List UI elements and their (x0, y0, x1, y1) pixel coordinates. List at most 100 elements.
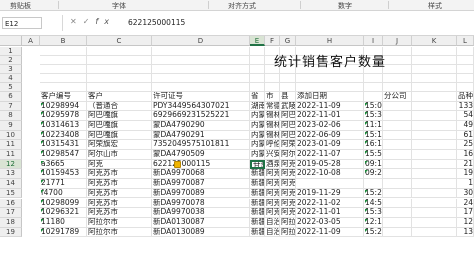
row-header[interactable]: 19 (0, 227, 22, 238)
table-cell[interactable] (87, 65, 152, 74)
error-check-icon[interactable] (174, 160, 181, 168)
table-cell[interactable] (383, 56, 412, 65)
column-header-i[interactable]: I (364, 36, 383, 46)
table-cell[interactable]: 阿拉 (280, 227, 296, 238)
table-cell[interactable]: 阿克 (280, 198, 296, 209)
row-header[interactable]: 11 (0, 140, 22, 150)
table-cell[interactable]: 2022-10-08 (296, 169, 364, 180)
table-cell[interactable]: 2023-01-09 (296, 140, 364, 150)
table-cell[interactable]: 阿拉尔市 (87, 217, 152, 228)
table-cell[interactable]: 阿克 (265, 208, 280, 218)
table-cell[interactable] (412, 159, 457, 170)
table-cell[interactable] (383, 140, 412, 150)
table-cell[interactable]: 内蒙 (250, 140, 265, 150)
table-cell[interactable] (412, 47, 457, 56)
column-label-cell[interactable]: 品种数 (457, 92, 474, 102)
table-cell[interactable]: 新DA9970089 (152, 188, 250, 199)
column-header-k[interactable]: K (412, 36, 457, 46)
table-cell[interactable]: 2022-11-01 (296, 208, 364, 218)
table-cell[interactable] (296, 74, 364, 83)
table-cell[interactable] (457, 65, 474, 74)
table-cell[interactable]: 阿巴 (280, 111, 296, 121)
table-cell[interactable]: 新疆 (250, 179, 265, 189)
table-cell[interactable]: 蒙DA4790509 (152, 150, 250, 160)
table-cell[interactable]: 阿克苏市 (87, 208, 152, 218)
table-cell[interactable]: 2022-11-02 (296, 198, 364, 209)
table-cell[interactable] (412, 130, 457, 141)
table-cell[interactable]: 13 (457, 227, 474, 238)
table-cell[interactable]: 10291789 (40, 227, 87, 238)
column-header-j[interactable]: J (383, 36, 412, 46)
table-cell[interactable]: 10295978 (40, 111, 87, 121)
table-cell[interactable] (152, 56, 250, 65)
table-cell[interactable] (40, 65, 87, 74)
table-cell[interactable] (383, 111, 412, 121)
table-cell[interactable] (87, 56, 152, 65)
table-cell[interactable]: 2022-11-01 (296, 111, 364, 121)
row-header[interactable]: 11 (0, 150, 22, 160)
select-all-corner[interactable] (0, 36, 22, 46)
column-label-cell[interactable]: 市 (265, 92, 280, 102)
table-cell[interactable] (457, 83, 474, 92)
table-cell[interactable] (40, 47, 87, 56)
table-cell[interactable] (265, 74, 280, 83)
table-cell[interactable]: 新疆 (250, 169, 265, 180)
table-cell[interactable]: 7352049575101811 (152, 140, 250, 150)
table-cell[interactable]: 54 (457, 111, 474, 121)
column-label-cell[interactable]: 许可证号 (152, 92, 250, 102)
table-cell[interactable] (87, 83, 152, 92)
table-cell[interactable]: 新DA0130089 (152, 227, 250, 238)
table-cell[interactable]: 10315431 (40, 140, 87, 150)
table-cell[interactable] (383, 217, 412, 228)
ribbon-group-styles[interactable]: 样式 (428, 1, 442, 11)
table-cell[interactable] (296, 179, 364, 189)
table-cell[interactable] (412, 227, 457, 238)
table-cell[interactable]: 新DA9970038 (152, 208, 250, 218)
table-cell[interactable] (280, 83, 296, 92)
table-cell[interactable]: 阿克 (280, 169, 296, 180)
table-cell[interactable]: 湖南 (250, 101, 265, 112)
table-cell[interactable] (40, 56, 87, 65)
table-cell[interactable] (265, 83, 280, 92)
row-header[interactable]: 3 (0, 65, 22, 74)
table-cell[interactable] (412, 188, 457, 199)
table-cell[interactable] (412, 56, 457, 65)
row-header[interactable]: 14 (0, 179, 22, 189)
table-cell[interactable]: 1 (457, 179, 474, 189)
table-cell[interactable] (383, 47, 412, 56)
table-cell[interactable]: 24 (457, 198, 474, 209)
table-cell[interactable]: 阿荣旗宏 (87, 140, 152, 150)
table-cell[interactable]: 锡林 (265, 120, 280, 131)
table-cell[interactable]: 武陵 (280, 101, 296, 112)
table-cell[interactable]: 自治 (265, 227, 280, 238)
table-cell[interactable]: 49 (457, 120, 474, 131)
table-cell[interactable]: 阿拉 (280, 217, 296, 228)
row-header[interactable]: 6 (0, 92, 22, 102)
column-header-g[interactable]: G (280, 36, 296, 46)
table-cell[interactable]: 6929669231525221 (152, 111, 250, 121)
table-cell[interactable]: 10298099 (40, 198, 87, 209)
table-cell[interactable]: 阿拉尔市 (87, 227, 152, 238)
column-label-cell[interactable]: 添加日期 (296, 92, 364, 102)
cancel-icon[interactable]: ✕ (70, 17, 83, 26)
table-cell[interactable]: 阿巴嘎旗 (87, 120, 152, 131)
table-cell[interactable]: 2022-11-09 (296, 101, 364, 112)
table-cell[interactable]: 10159453 (40, 169, 87, 180)
table-cell[interactable] (152, 65, 250, 74)
table-cell[interactable]: 阿巴 (280, 130, 296, 141)
table-cell[interactable]: 阿尔山市 (87, 150, 152, 160)
table-cell[interactable] (87, 47, 152, 56)
column-label-cell[interactable]: 省 (250, 92, 265, 102)
table-cell[interactable] (457, 47, 474, 56)
table-cell[interactable]: 21 (457, 159, 474, 170)
table-cell[interactable]: 阿尔 (280, 150, 296, 160)
table-cell[interactable] (383, 169, 412, 180)
row-header[interactable]: 5 (0, 83, 22, 92)
table-cell[interactable]: 阿克 (280, 179, 296, 189)
table-cell[interactable]: 11180 (40, 217, 87, 228)
row-header[interactable]: 18 (0, 217, 22, 228)
table-cell[interactable] (87, 74, 152, 83)
table-cell[interactable] (383, 83, 412, 92)
table-cell[interactable] (383, 188, 412, 199)
table-cell[interactable] (412, 150, 457, 160)
